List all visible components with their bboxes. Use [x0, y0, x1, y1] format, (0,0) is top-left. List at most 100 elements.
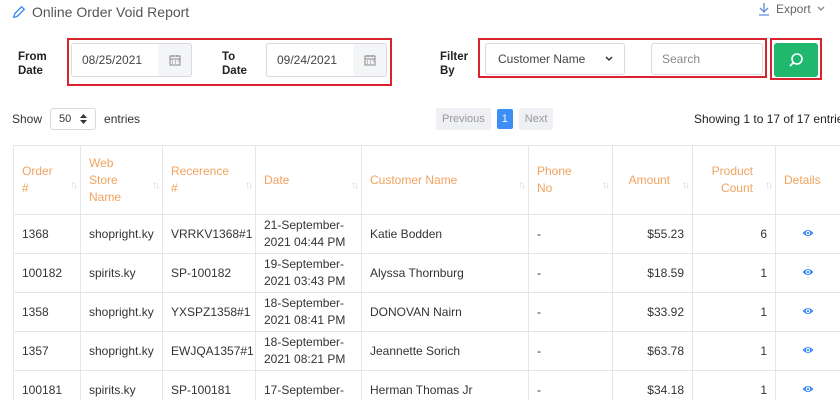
eye-icon[interactable] — [802, 345, 814, 355]
column-header-text: Order — [22, 164, 53, 178]
cell-customer-name: Herman Thomas Jr — [361, 370, 529, 400]
column-header-reference[interactable]: Recerence # ↑↓ — [162, 145, 256, 215]
cell-date: 21-September- 2021 04:44 PM — [255, 214, 362, 254]
column-header-text: Amount — [628, 172, 670, 187]
entries-length-select[interactable]: 50 — [50, 108, 97, 130]
cell-customer-name: Jeannette Sorich — [361, 331, 529, 371]
sort-icon: ↑↓ — [682, 180, 690, 191]
cell-web-store-name: shopright.ky — [80, 331, 163, 371]
column-header-text: Date — [264, 172, 290, 187]
cell-product-count: 1 — [692, 253, 776, 293]
eye-icon[interactable] — [802, 228, 814, 238]
cell-product-count: 1 — [692, 292, 776, 332]
column-header-phone[interactable]: Phone No ↑↓ — [528, 145, 613, 215]
date-line: 21-September- — [264, 218, 345, 232]
date-line: 18-September- — [264, 335, 345, 349]
cell-customer-name: Katie Bodden — [361, 214, 529, 254]
cell-order: 100182 — [13, 253, 81, 293]
void-report-table: Order # ↑↓ Web Store Name ↑↓ Recerence # ↑↓ Date ↑↓… — [13, 145, 840, 400]
cell-product-count: 1 — [692, 331, 776, 371]
cell-amount: $18.59 — [612, 253, 693, 293]
cell-phone: - — [528, 214, 613, 254]
column-header-text: # — [171, 181, 178, 195]
updown-icon — [80, 114, 88, 124]
cell-customer-name: Alyssa Thornburg — [361, 253, 529, 293]
cell-reference: VRRKV1368#1 — [162, 214, 256, 254]
pencil-icon — [12, 5, 26, 19]
column-header-amount[interactable]: Amount ↑↓ — [612, 145, 693, 215]
column-header-text: Name — [89, 189, 122, 204]
page-title: Online Order Void Report — [32, 4, 190, 20]
cell-web-store-name: shopright.ky — [80, 214, 163, 254]
cell-reference: SP-100181 — [162, 370, 256, 400]
next-page-button[interactable]: Next — [518, 108, 554, 130]
date-line: 17-September- — [264, 382, 345, 397]
cell-amount: $55.23 — [612, 214, 693, 254]
column-header-text: Web — [89, 155, 114, 170]
export-button[interactable]: Export — [758, 2, 825, 16]
table-row: 1368 shopright.ky VRRKV1368#1 21-September-… — [13, 214, 840, 254]
table-row: 1357 shopright.ky EWJQA1357#1 18-September-… — [13, 331, 840, 371]
cell-order: 1368 — [13, 214, 81, 254]
column-header-text: Customer Name — [370, 172, 458, 187]
sort-icon: ↑↓ — [245, 180, 253, 191]
column-header-date[interactable]: Date ↑↓ — [255, 145, 362, 215]
column-header-web-store-name[interactable]: Web Store Name ↑↓ — [80, 145, 163, 215]
table-row: 100182 spirits.ky SP-100182 19-September- 20… — [13, 253, 840, 293]
table-row: 1358 shopright.ky YXSPZ1358#1 18-September-… — [13, 292, 840, 332]
filter-highlight — [478, 38, 767, 78]
search-button-highlight — [770, 38, 822, 80]
date-line: 2021 08:41 PM — [264, 313, 346, 327]
eye-icon[interactable] — [802, 306, 814, 316]
column-header-text: Recerence — [171, 164, 230, 178]
table-header-row: Order # ↑↓ Web Store Name ↑↓ Recerence # ↑↓ Date ↑↓… — [13, 145, 840, 215]
eye-icon[interactable] — [802, 384, 814, 394]
cell-details — [775, 292, 840, 332]
cell-order: 1358 — [13, 292, 81, 332]
cell-date: 17-September- — [255, 370, 362, 400]
cell-reference: SP-100182 — [162, 253, 256, 293]
cell-date: 19-September- 2021 03:43 PM — [255, 253, 362, 293]
column-header-text: # — [22, 181, 29, 195]
chevron-down-icon — [817, 6, 825, 11]
cell-details — [775, 214, 840, 254]
pagination: Previous 1 Next — [436, 108, 554, 130]
download-icon — [759, 3, 769, 16]
from-date-label: From Date — [18, 51, 47, 77]
sort-icon: ↑↓ — [351, 180, 359, 191]
entries-length-value: 50 — [59, 113, 72, 125]
cell-web-store-name: shopright.ky — [80, 292, 163, 332]
column-header-text: Phone — [537, 164, 572, 178]
export-label: Export — [776, 2, 811, 16]
column-header-order[interactable]: Order # ↑↓ — [13, 145, 81, 215]
cell-date: 18-September- 2021 08:21 PM — [255, 331, 362, 371]
column-header-product-count[interactable]: Product Count ↑↓ — [692, 145, 776, 215]
cell-order: 100181 — [13, 370, 81, 400]
cell-amount: $34.18 — [612, 370, 693, 400]
sort-icon: ↑↓ — [602, 180, 610, 191]
cell-phone: - — [528, 331, 613, 371]
cell-product-count: 6 — [692, 214, 776, 254]
previous-page-button[interactable]: Previous — [436, 108, 491, 130]
sort-icon: ↑↓ — [70, 180, 78, 191]
sort-icon: ↑↓ — [152, 180, 160, 191]
eye-icon[interactable] — [802, 267, 814, 277]
entries-label: entries — [104, 112, 141, 126]
cell-amount: $63.78 — [612, 331, 693, 371]
column-header-text: Store — [89, 172, 118, 187]
cell-product-count: 1 — [692, 370, 776, 400]
table-info: Showing 1 to 17 of 17 entries — [694, 112, 840, 126]
cell-phone: - — [528, 370, 613, 400]
cell-reference: YXSPZ1358#1 — [162, 292, 256, 332]
cell-order: 1357 — [13, 331, 81, 371]
entries-length-control: Show 50 entries — [12, 108, 140, 130]
column-header-customer-name[interactable]: Customer Name ↑↓ — [361, 145, 529, 215]
date-line: 18-September- — [264, 296, 345, 310]
cell-web-store-name: spirits.ky — [80, 253, 163, 293]
cell-amount: $33.92 — [612, 292, 693, 332]
show-label: Show — [12, 112, 43, 126]
page-title-wrap: Online Order Void Report — [12, 2, 189, 22]
cell-phone: - — [528, 292, 613, 332]
page-1-button[interactable]: 1 — [496, 109, 513, 129]
cell-phone: - — [528, 253, 613, 293]
